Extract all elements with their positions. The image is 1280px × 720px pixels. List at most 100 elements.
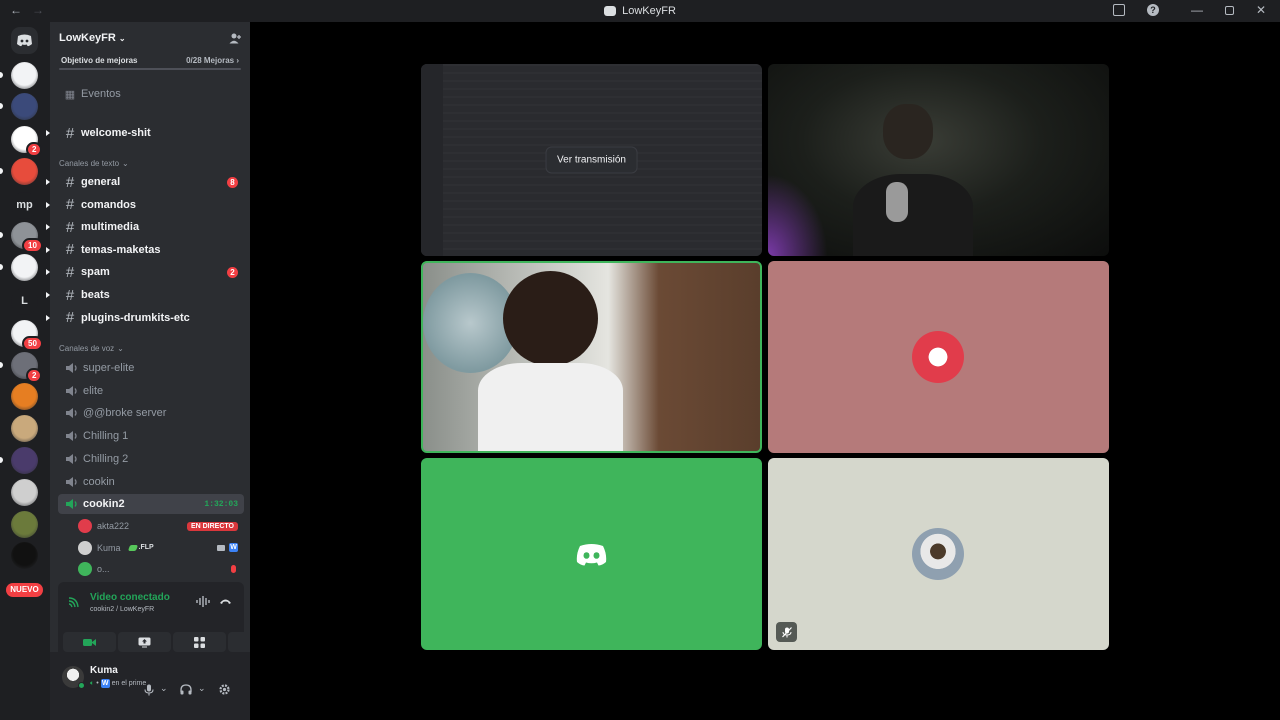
server-1[interactable]	[11, 62, 38, 89]
user-status[interactable]: 🔈︎ • W en el prime	[90, 679, 146, 688]
voice-channel[interactable]: @@broke server	[58, 403, 244, 423]
screen-share-icon	[138, 637, 151, 647]
user-name[interactable]: Kuma	[90, 665, 118, 676]
signal-icon[interactable]	[68, 596, 80, 608]
server-2[interactable]	[11, 93, 38, 120]
invite-user-icon[interactable]	[229, 33, 241, 44]
camera-icon	[83, 638, 96, 646]
mention-badge: 8	[227, 176, 238, 188]
avatar-tile-beige[interactable]	[768, 458, 1109, 650]
channel-beats[interactable]: # beats	[46, 285, 244, 305]
voice-user[interactable]: Kuma .FLP W	[78, 539, 244, 557]
voice-channel[interactable]: Chilling 2	[58, 449, 244, 469]
back-arrow-icon[interactable]: ←	[10, 3, 22, 17]
channel-label: plugins-drumkits-etc	[81, 311, 190, 324]
chevron-down-icon: ⌄	[117, 344, 124, 353]
window-title: LowKeyFR	[622, 5, 676, 17]
voice-channel[interactable]: super-elite	[58, 358, 244, 378]
voice-user[interactable]: akta222 EN DIRECTO	[78, 517, 244, 535]
voice-location[interactable]: cookin2 / LowKeyFR	[90, 606, 154, 613]
minimize-icon[interactable]: —	[1191, 3, 1203, 17]
discord-logo-icon	[576, 544, 607, 566]
title-bar: ← → LowKeyFR ? — ✕	[0, 0, 1280, 22]
close-icon[interactable]: ✕	[1256, 3, 1266, 17]
help-icon[interactable]: ?	[1146, 4, 1159, 16]
server-16[interactable]	[11, 542, 38, 569]
server-15[interactable]	[11, 511, 38, 538]
voice-channel[interactable]: cookin	[58, 472, 244, 492]
events-item[interactable]: ▦ Eventos	[58, 84, 244, 104]
channel-temas-maketas[interactable]: # temas-maketas	[46, 240, 244, 260]
channel-multimedia[interactable]: # multimedia	[46, 217, 244, 237]
maximize-icon[interactable]	[1224, 5, 1234, 15]
voice-channel-active[interactable]: cookin2 1:32:03	[58, 494, 244, 514]
boost-goal[interactable]: Objetivo de mejoras 0/28 Mejoras ›	[59, 54, 241, 66]
disconnect-icon[interactable]	[219, 597, 232, 605]
avatar	[78, 540, 92, 555]
tag-icon	[127, 544, 138, 551]
unread-indicator	[46, 246, 50, 253]
unread-indicator	[46, 130, 50, 136]
unread-pip	[0, 362, 3, 368]
new-badge[interactable]: NUEVO	[6, 583, 43, 597]
video-tile-streamer[interactable]	[768, 64, 1109, 256]
hash-icon: #	[65, 173, 75, 191]
noise-suppression-icon[interactable]	[196, 596, 210, 607]
avatar-tile-pink[interactable]	[768, 261, 1109, 453]
channel-label: temas-maketas	[81, 243, 161, 256]
unread-indicator	[46, 269, 50, 276]
hash-icon: #	[65, 196, 75, 214]
headphones-icon[interactable]	[180, 684, 192, 695]
live-badge: EN DIRECTO	[186, 521, 238, 531]
home-button[interactable]	[11, 27, 38, 54]
video-stage: Ver transmisión	[250, 22, 1280, 720]
view-stream-button[interactable]: Ver transmisión	[545, 146, 638, 174]
video-tile-speaking[interactable]	[421, 261, 762, 453]
call-timer: 1:32:03	[204, 499, 238, 509]
video-camera-icon	[217, 544, 225, 551]
server-4[interactable]	[11, 158, 38, 185]
channel-label: elite	[83, 384, 104, 397]
channel-general[interactable]: # general 8	[46, 172, 244, 192]
mic-muted-icon	[231, 565, 236, 573]
mention-badge: 2	[26, 142, 43, 157]
boost-progress	[59, 68, 241, 70]
unread-pip	[0, 457, 3, 463]
server-l[interactable]: L	[11, 288, 38, 315]
microphone-icon[interactable]	[144, 684, 154, 696]
camera-button[interactable]	[63, 632, 116, 652]
chevron-down-icon[interactable]: ⌄	[198, 683, 206, 694]
inbox-icon[interactable]	[1112, 4, 1125, 16]
server-12[interactable]	[11, 415, 38, 442]
channel-plugins-drumkits-etc[interactable]: # plugins-drumkits-etc	[46, 308, 244, 328]
chevron-down-icon[interactable]: ⌄	[160, 683, 168, 694]
guild-tag: .FLP	[127, 544, 154, 551]
stream-tile[interactable]: Ver transmisión	[421, 64, 762, 256]
settings-gear-icon[interactable]	[218, 683, 231, 696]
server-13[interactable]	[11, 447, 38, 474]
muted-badge	[776, 622, 797, 642]
voice-channel[interactable]: Chilling 1	[58, 426, 244, 446]
voice-channel[interactable]: elite	[58, 381, 244, 401]
server-rail: 2 mp 10 L 50 2 NUEVO	[0, 22, 50, 720]
unread-indicator	[46, 201, 50, 208]
forward-arrow-icon[interactable]: →	[32, 3, 44, 17]
voice-category[interactable]: Canales de voz ⌄	[59, 344, 124, 353]
server-7[interactable]	[11, 254, 38, 281]
channel-welcome[interactable]: # welcome-shit	[46, 123, 244, 143]
discord-home-icon	[17, 34, 32, 47]
text-category[interactable]: Canales de texto ⌄	[59, 159, 129, 168]
server-11[interactable]	[11, 383, 38, 410]
voice-status[interactable]: Video conectado	[90, 592, 170, 603]
server-header[interactable]: LowKeyFR ⌄	[50, 22, 250, 54]
avatar-tile-green[interactable]	[421, 458, 762, 650]
channel-label: comandos	[81, 198, 137, 211]
screen-share-button[interactable]	[118, 632, 171, 652]
server-mp[interactable]: mp	[11, 192, 38, 219]
channel-comandos[interactable]: # comandos	[46, 195, 244, 215]
server-14[interactable]	[11, 479, 38, 506]
channel-spam[interactable]: # spam 2	[46, 262, 244, 282]
unread-pip	[0, 264, 3, 270]
voice-user[interactable]: o...	[78, 560, 244, 578]
activities-button[interactable]	[173, 632, 226, 652]
